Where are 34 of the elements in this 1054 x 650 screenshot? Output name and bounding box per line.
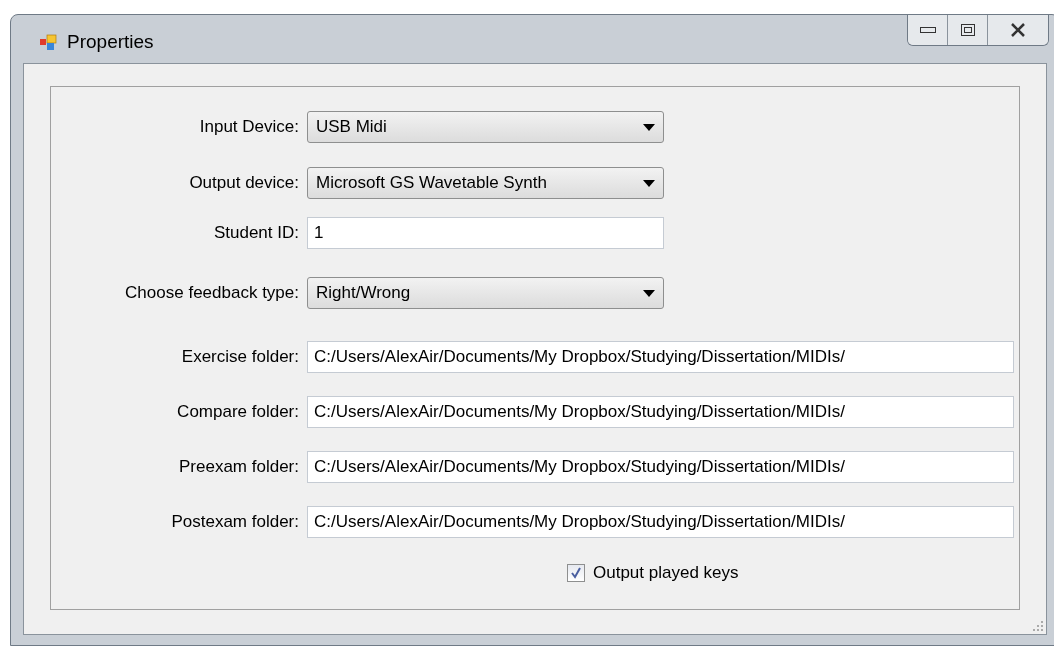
dropdown[interactable]: Right/Wrong <box>307 277 664 309</box>
field-label: Postexam folder: <box>171 511 299 534</box>
dropdown-value: USB Midi <box>316 116 387 139</box>
field-label: Output device: <box>189 172 299 195</box>
field-label: Exercise folder: <box>181 346 299 369</box>
close-icon <box>1010 23 1026 37</box>
checkbox[interactable] <box>567 563 585 582</box>
window-title: Properties <box>67 29 154 54</box>
input-field[interactable]: C:/Users/AlexAir/Documents/My Dropbox/Studying/Dissertation/MIDIs/ <box>307 341 1014 373</box>
dropdown[interactable]: Microsoft GS Wavetable Synth <box>307 167 664 199</box>
input-field[interactable]: 1 <box>307 217 664 249</box>
restore-icon <box>960 24 975 36</box>
field-label: Preexam folder: <box>179 456 299 479</box>
field-label: Choose feedback type: <box>125 282 299 305</box>
caret-icon <box>643 123 655 131</box>
input-field[interactable]: C:/Users/AlexAir/Documents/My Dropbox/Studying/Dissertation/MIDIs/ <box>307 451 1014 483</box>
app-icon <box>39 33 57 51</box>
minimize-button[interactable] <box>908 15 948 45</box>
caret-icon <box>643 289 655 297</box>
dropdown[interactable]: USB Midi <box>307 111 664 143</box>
caret-icon <box>643 179 655 187</box>
dropdown-value: Microsoft GS Wavetable Synth <box>316 172 547 195</box>
maximize-button[interactable] <box>948 15 988 45</box>
resize-grip-icon <box>1032 620 1044 632</box>
input-field[interactable]: C:/Users/AlexAir/Documents/My Dropbox/Studying/Dissertation/MIDIs/ <box>307 396 1014 428</box>
field-label: Input Device: <box>199 116 299 139</box>
minimize-icon <box>919 27 936 33</box>
checkmark-icon <box>570 566 582 579</box>
field-label: Student ID: <box>213 222 299 245</box>
close-button[interactable] <box>988 15 1048 45</box>
dropdown-value: Right/Wrong <box>316 282 411 305</box>
field-label: Compare folder: <box>177 401 299 424</box>
input-field[interactable]: C:/Users/AlexAir/Documents/My Dropbox/Studying/Dissertation/MIDIs/ <box>307 506 1014 538</box>
checkbox-label: Output played keys <box>593 562 739 584</box>
